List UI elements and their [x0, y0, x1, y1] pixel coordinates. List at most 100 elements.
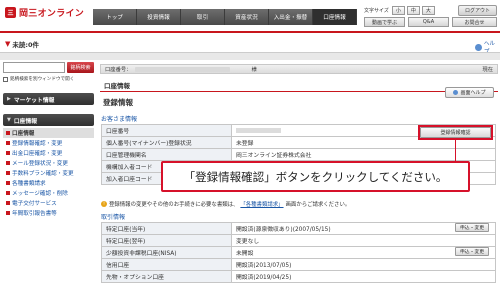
bullet-icon: [6, 151, 10, 155]
nav-account-info[interactable]: 口座情報: [313, 9, 357, 25]
info-icon: !: [101, 201, 107, 207]
table-row: 口座管理機関名 岡三オンライン証券株式会社: [101, 148, 496, 161]
cell-key: 個人番号(マイナンバー)登録状況: [101, 136, 232, 149]
okasan-logo[interactable]: 三 岡三オンライン: [5, 6, 84, 19]
info-icon: [453, 90, 459, 95]
account-menu: 口座情報 登録情報確認・変更 出金口座確認・変更 メール登録状況・変更 手数料プ…: [3, 128, 94, 218]
logout-button[interactable]: ログアウト: [458, 5, 497, 16]
nav-investment-info[interactable]: 投資情報: [137, 9, 181, 25]
cell-value: 開設済(2013/07/05): [231, 258, 496, 271]
market-info-label: マーケット情報: [13, 97, 55, 104]
header-divider: [0, 31, 500, 33]
sidebar-item-registration[interactable]: 登録情報確認・変更: [3, 138, 94, 148]
sidebar-item-email[interactable]: メール登録状況・変更: [3, 158, 94, 168]
instruction-callout: 「登録情報確認」ボタンをクリックしてください。: [161, 161, 470, 192]
cell-key: 特定口座(当年): [101, 222, 232, 235]
sidebar-item-label: メール登録状況・変更: [12, 161, 68, 167]
sidebar-item-label: 電子交付サービス: [12, 201, 57, 207]
account-info-head[interactable]: ▼ 口座情報: [3, 114, 94, 126]
trade-info-heading: 取引情報: [101, 214, 126, 221]
sidebar-item-fee-plan[interactable]: 手数料プラン確認・変更: [3, 168, 94, 178]
documents-request-link[interactable]: 「各種書類請求」: [240, 200, 283, 208]
logo-text: 岡三オンライン: [19, 9, 85, 19]
symbol-search: 銘柄検索: [3, 62, 94, 73]
nav-trade[interactable]: 取引: [181, 9, 225, 25]
symbol-search-button[interactable]: 銘柄検索: [67, 62, 94, 73]
font-small-button[interactable]: 小: [391, 6, 405, 15]
nav-assets[interactable]: 資産状況: [225, 9, 269, 25]
table-row: 特定口座(翌年) 変更なし: [101, 234, 496, 247]
bullet-icon: [6, 191, 10, 195]
window-icon: [3, 76, 8, 82]
alert-icon: ▼: [5, 40, 11, 48]
font-large-button[interactable]: 大: [421, 6, 435, 15]
table-row: 少額投資非課税口座(NISA) 未開設: [101, 246, 496, 259]
triangle-right-icon: ▶: [7, 96, 11, 102]
sidebar-item-label: 出金口座確認・変更: [12, 151, 63, 157]
triangle-down-icon: ▼: [7, 117, 11, 123]
bullet-icon: [6, 171, 10, 175]
contact-button[interactable]: お問合せ: [452, 17, 497, 27]
symbol-search-input[interactable]: [3, 62, 65, 73]
market-info-head[interactable]: ▶ マーケット情報: [3, 93, 94, 105]
page-title: 登録情報: [103, 98, 133, 107]
sidebar-item-label: 年間取引報告書等: [12, 211, 57, 217]
sidebar-item-label: 口座情報: [12, 131, 35, 137]
account-name-suffix: 様: [251, 67, 257, 73]
nav-deposit-transfer[interactable]: 入出金・振替: [269, 9, 313, 25]
unread-count: 未読:0件: [12, 41, 40, 49]
account-number-masked: [134, 66, 230, 72]
sidebar-item-e-delivery[interactable]: 電子交付サービス: [3, 198, 94, 208]
search-new-window-link[interactable]: 銘柄検索を別ウィンドウで開く: [3, 76, 94, 82]
sidebar-item-label: 登録情報確認・変更: [12, 141, 63, 147]
unread-notice[interactable]: ▼ 未読:0件: [5, 39, 39, 49]
cell-key: 少額投資非課税口座(NISA): [101, 246, 232, 259]
section-heading: 口座情報: [100, 79, 498, 92]
cell-key: 口座番号: [101, 124, 232, 137]
cell-key: 口座管理機関名: [101, 148, 232, 161]
cell-value: 変更なし: [231, 234, 496, 247]
nav-top[interactable]: トップ: [93, 9, 137, 25]
table-row: 信用口座 開設済(2013/07/05): [101, 258, 496, 271]
specific-account-apply-button[interactable]: 申込・変更: [455, 223, 489, 232]
info-text-1: 登録情報の変更やその他のお手続きに必要な書類は、: [109, 202, 239, 208]
search-hint-label: 銘柄検索を別ウィンドウで開く: [10, 77, 75, 82]
sidebar-item-withdrawal-account[interactable]: 出金口座確認・変更: [3, 148, 94, 158]
nisa-apply-button[interactable]: 申込・変更: [455, 247, 489, 256]
sidebar-item-account-info[interactable]: 口座情報: [3, 128, 94, 138]
table-row: 先物・オプション口座 開設済(2019/04/25): [101, 270, 496, 283]
customer-info-heading: お客さま情報: [101, 116, 138, 123]
sidebar-item-documents[interactable]: 各種書類請求: [3, 178, 94, 188]
help-icon: [475, 43, 482, 51]
screen-help-button[interactable]: 画面ヘルプ: [445, 87, 494, 98]
masked-value: [236, 127, 281, 133]
highlight-box: [418, 125, 493, 140]
sidebar-item-label: 各種書類請求: [12, 181, 46, 187]
documents-info: ! 登録情報の変更やその他のお手続きに必要な書類は、 「各種書類請求」 画面から…: [101, 200, 350, 208]
font-size-label: 文字サイズ: [364, 8, 389, 14]
cell-value: 開設済(2019/04/25): [231, 270, 496, 283]
sidebar-item-messages[interactable]: メッセージ確認・削除: [3, 188, 94, 198]
cell-key: 信用口座: [101, 258, 232, 271]
table-row: 特定口座(当年) 開設済(源泉徴収あり)(2007/05/15): [101, 222, 496, 235]
screen-help-label: 画面ヘルプ: [460, 90, 486, 96]
font-medium-button[interactable]: 中: [406, 6, 420, 15]
current-time-label: 現在: [482, 67, 493, 73]
info-text-2: 画面からご請求ください。: [285, 202, 351, 208]
video-learn-button[interactable]: 動画で学ぶ: [364, 17, 405, 27]
subheader-band: [0, 52, 500, 60]
account-info-label: 口座情報: [13, 118, 38, 125]
bullet-icon: [6, 131, 10, 135]
account-bar: 口座番号： 様 現在: [100, 64, 498, 74]
sidebar-item-annual-report[interactable]: 年間取引報告書等: [3, 208, 94, 218]
account-number-label: 口座番号：: [105, 67, 132, 73]
sidebar: 銘柄検索 銘柄検索を別ウィンドウで開く ▶ マーケット情報 ▼ 口座情報 口座情…: [3, 62, 94, 297]
bullet-icon: [6, 211, 10, 215]
cell-key: 特定口座(翌年): [101, 234, 232, 247]
sidebar-item-label: 手数料プラン確認・変更: [12, 171, 74, 177]
cell-key: 先物・オプション口座: [101, 270, 232, 283]
faq-button[interactable]: Q&A: [408, 17, 449, 27]
bullet-icon: [6, 201, 10, 205]
bullet-icon: [6, 141, 10, 145]
font-size-switcher: 文字サイズ 小 中 大: [364, 6, 435, 15]
